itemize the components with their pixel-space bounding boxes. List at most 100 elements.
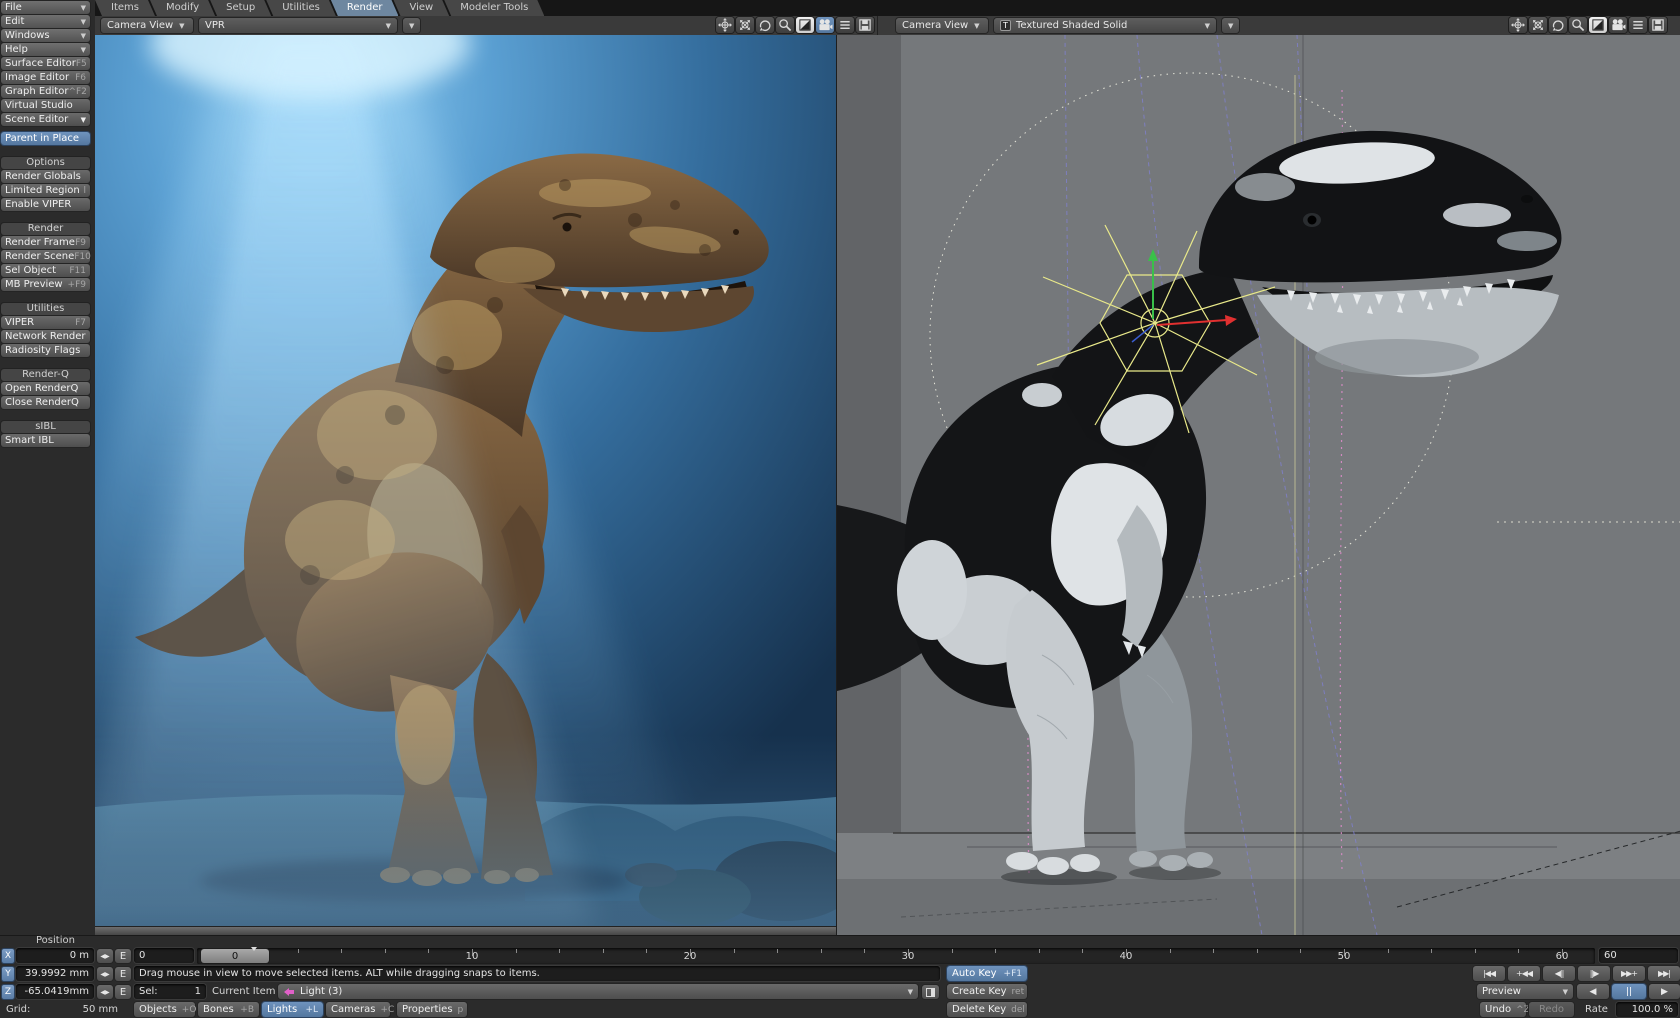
camera-icon[interactable] [816,17,834,33]
right-view-type-dropdown[interactable]: Camera View▼ [896,18,988,33]
z-envelope-button[interactable]: E [115,985,131,999]
tab-modify[interactable]: Modify [150,0,215,16]
item-type-bones[interactable]: Bones+B [198,1002,259,1017]
left-view-type-dropdown[interactable]: Camera View▼ [101,18,193,33]
end-frame-field[interactable]: 60 [1599,948,1678,963]
item-type-objects[interactable]: Objects+O [134,1002,195,1017]
menu-edit[interactable]: Edit▼ [1,15,90,28]
selection-count-field: Sel:1 [134,984,206,999]
item-type-cameras[interactable]: Cameras+C [326,1002,390,1017]
x-envelope-button[interactable]: E [115,949,131,963]
timeline-tick-label: 60 [1556,951,1569,962]
pan-icon[interactable] [736,17,754,33]
parent-in-place-button[interactable]: Parent in Place [1,132,90,145]
sidebar-item-virtual-studio[interactable]: Virtual Studio [1,99,90,112]
move-icon[interactable] [1509,17,1527,33]
sidebar-item-network-render[interactable]: Network Render [1,330,90,343]
undo-button[interactable]: Undo^Z [1480,1002,1526,1017]
prev-frame-button[interactable]: ◀|| [1543,966,1575,981]
timeline-slider-handle[interactable]: 0 [201,949,269,963]
next-frame-button[interactable]: ||▶ [1578,966,1610,981]
go-end-button[interactable]: ▶▶| [1648,966,1680,981]
menu-windows[interactable]: Windows▼ [1,29,90,42]
sidebar-item-open-renderq[interactable]: Open RenderQ [1,382,90,395]
left-viewport-canvas[interactable] [95,35,836,935]
play-reverse-button[interactable]: ◀ [1577,984,1609,999]
rotate-icon[interactable] [756,17,774,33]
next-key-button[interactable]: ▶▶+ [1613,966,1645,981]
sidebar-item-mb-preview[interactable]: MB Preview+F9 [1,278,90,291]
right-render-mode-dropdown[interactable]: T Textured Shaded Solid ▼ [994,18,1216,33]
pan-icon[interactable] [1529,17,1547,33]
position-x-field[interactable]: 0 m [16,948,94,963]
delete-key-button[interactable]: Delete Keydel [947,1002,1027,1017]
chevron-down-icon: ▼ [81,44,86,56]
axis-y-chip[interactable]: Y [2,967,14,981]
sidebar-item-close-renderq[interactable]: Close RenderQ [1,396,90,409]
sidebar-item-radiosity-flags[interactable]: Radiosity Flags [1,344,90,357]
timeline-tick [1431,949,1432,953]
play-forward-button[interactable]: ▶ [1649,984,1680,999]
sidebar-item-render-globals[interactable]: Render Globals [1,170,90,183]
sidebar-item-sel-object[interactable]: Sel ObjectF11 [1,264,90,277]
tab-setup[interactable]: Setup [210,0,271,16]
sidebar-item-limited-region[interactable]: Limited Regionl [1,184,90,197]
tab-render[interactable]: Render [331,0,399,16]
axis-x-chip[interactable]: X [2,949,14,963]
item-type-lights[interactable]: Lights+L [262,1002,323,1017]
z-nudge-buttons[interactable]: ◀▶ [97,985,113,999]
right-viewport-canvas[interactable] [836,35,1680,935]
menu-icon[interactable] [1629,17,1647,33]
current-item-dropdown[interactable]: Light (3) ▼ [278,984,918,999]
sidebar-item-render-frame[interactable]: Render FrameF9 [1,236,90,249]
minmax-icon[interactable] [796,17,814,33]
sidebar-item-surface-editor[interactable]: Surface EditorF5 [1,57,90,70]
y-envelope-button[interactable]: E [115,967,131,981]
preview-dropdown[interactable]: Preview▼ [1477,984,1573,999]
tab-modeler-tools[interactable]: Modeler Tools [444,0,544,16]
chevron-down-icon: ▼ [81,114,86,126]
sidebar-item-smart-ibl[interactable]: Smart IBL [1,434,90,447]
move-icon[interactable] [716,17,734,33]
timeline-tick [298,949,299,953]
sidebar-item-viper[interactable]: VIPERF7 [1,316,90,329]
camera-icon[interactable] [1609,17,1627,33]
pause-button[interactable]: || [1612,984,1646,999]
auto-key-button[interactable]: Auto Key+F1 [947,966,1027,981]
left-viewport-bottom-bar[interactable] [95,926,836,935]
position-y-field[interactable]: 39.9992 mm [16,966,94,981]
create-key-button[interactable]: Create Keyret [947,984,1027,999]
sidebar-item-enable-viper[interactable]: Enable VIPER [1,198,90,211]
minmax-icon[interactable] [1589,17,1607,33]
rate-field[interactable]: 100.0 % [1616,1002,1678,1017]
right-header-mini-dropdown[interactable]: ▼ [1222,18,1239,33]
menu-icon[interactable] [836,17,854,33]
save-icon[interactable] [856,17,874,33]
tab-utilities[interactable]: Utilities [266,0,336,16]
go-start-button[interactable]: |◀◀ [1473,966,1505,981]
sidebar-item-render-scene[interactable]: Render SceneF10 [1,250,90,263]
item-properties-mini-button[interactable] [922,985,939,999]
sidebar-item-scene-editor[interactable]: Scene Editor▼ [1,113,90,126]
tab-items[interactable]: Items [95,0,155,16]
timeline-track[interactable]: 01020304050600 [197,948,1595,964]
x-nudge-buttons[interactable]: ◀▶ [97,949,113,963]
menu-file[interactable]: File▼ [1,1,90,14]
zoom-icon[interactable] [1569,17,1587,33]
sidebar-item-graph-editor[interactable]: Graph Editor^F2 [1,85,90,98]
left-render-mode-dropdown[interactable]: VPR▼ [199,18,397,33]
menu-help[interactable]: Help▼ [1,43,90,56]
axis-z-chip[interactable]: Z [2,985,14,999]
tab-view[interactable]: View [393,0,449,16]
y-nudge-buttons[interactable]: ◀▶ [97,967,113,981]
position-z-field[interactable]: -65.0419mm [16,984,94,999]
rotate-icon[interactable] [1549,17,1567,33]
current-frame-field[interactable]: 0 [134,948,194,963]
left-header-mini-dropdown[interactable]: ▼ [403,18,420,33]
zoom-icon[interactable] [776,17,794,33]
item-type-properties[interactable]: Propertiesp [397,1002,467,1017]
redo-button[interactable]: Redo [1529,1002,1574,1017]
sidebar-item-image-editor[interactable]: Image EditorF6 [1,71,90,84]
prev-key-button[interactable]: +◀◀ [1508,966,1540,981]
save-icon[interactable] [1649,17,1667,33]
